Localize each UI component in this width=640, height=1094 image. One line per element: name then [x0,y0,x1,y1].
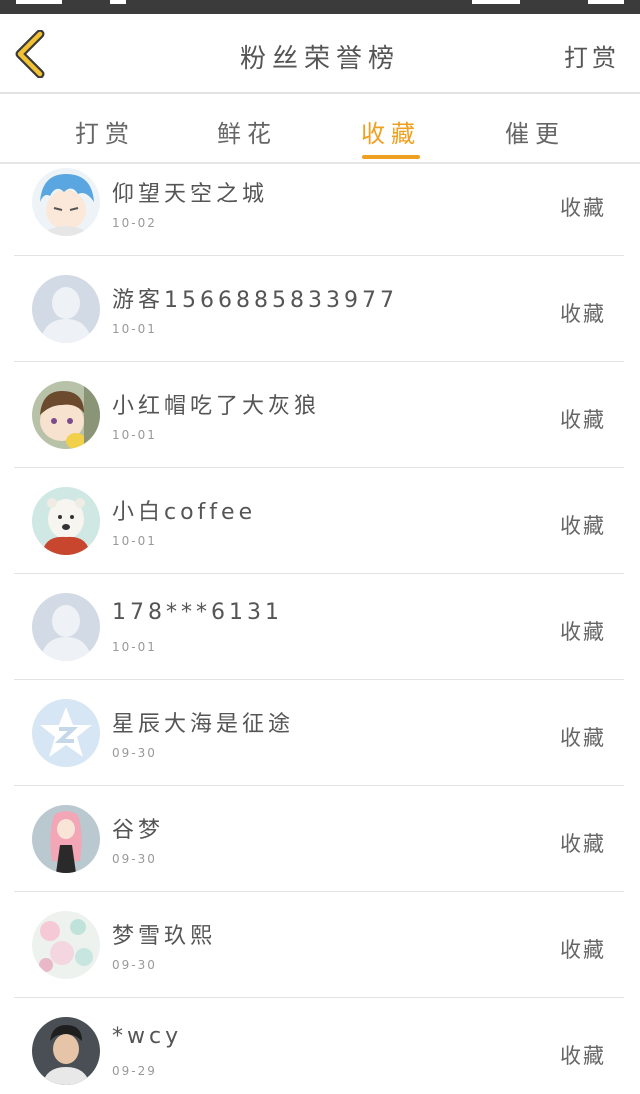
favorite-label: 收藏 [560,938,606,962]
avatar [32,699,100,767]
favorite-label: 收藏 [560,726,606,750]
avatar [32,275,100,343]
tab-flowers[interactable]: 鲜花 [192,114,302,149]
tab-favorites[interactable]: 收藏 [336,114,446,149]
list-item[interactable]: 谷梦 09-30 收藏 [14,786,624,892]
favorite-label: 收藏 [560,514,606,538]
fan-date: 10-01 [112,428,157,442]
list-item[interactable]: 星辰大海是征途 09-30 收藏 [14,680,624,786]
tab-bar: 打赏 鲜花 收藏 催更 [0,94,640,162]
polar-bear-avatar-icon [32,487,100,555]
avatar [32,487,100,555]
fan-date: 10-01 [112,322,157,336]
fan-date: 10-01 [112,534,157,548]
status-bar [0,0,640,14]
avatar [32,381,100,449]
anime-child-avatar-icon [32,381,100,449]
avatar [32,911,100,979]
fan-name: 小白coffee [112,500,257,525]
favorite-label: 收藏 [560,1044,606,1068]
avatar [32,1017,100,1085]
fan-date: 10-01 [112,640,157,654]
fan-name: 梦雪玖熙 [112,924,217,949]
favorite-label: 收藏 [560,620,606,644]
qq-star-icon [32,699,100,767]
tab-urge-update[interactable]: 催更 [480,114,590,149]
default-user-icon [32,593,100,661]
photo-avatar-icon [32,1017,100,1085]
avatar [32,593,100,661]
favorite-label: 收藏 [560,408,606,432]
anime-boy-avatar-icon [32,168,100,236]
fan-name: 星辰大海是征途 [112,712,295,737]
fan-name: 178***6131 [112,600,283,625]
list-item[interactable]: 游客1566885833977 10-01 收藏 [14,256,624,362]
favorite-label: 收藏 [560,302,606,326]
fan-name: 游客1566885833977 [112,288,398,313]
reward-button[interactable]: 打赏 [564,38,620,73]
fan-name: 小红帽吃了大灰狼 [112,394,321,419]
favorite-label: 收藏 [560,196,606,220]
favorite-label: 收藏 [560,832,606,856]
list-item[interactable]: 小白coffee 10-01 收藏 [14,468,624,574]
avatar [32,168,100,236]
avatar [32,805,100,873]
status-network-icon [472,0,520,4]
status-notification-icon [110,0,126,4]
list-item[interactable]: 仰望天空之城 10-02 收藏 [14,164,624,256]
top-header: 粉丝荣誉榜 打赏 [0,14,640,92]
fan-date: 09-30 [112,852,157,866]
active-tab-indicator [362,155,420,159]
fan-name: 谷梦 [112,818,165,843]
list-item[interactable]: 小红帽吃了大灰狼 10-01 收藏 [14,362,624,468]
fan-name: *wcy [112,1024,183,1049]
fan-name: 仰望天空之城 [112,182,269,207]
fan-date: 09-30 [112,746,157,760]
status-signal-icon [16,0,62,4]
anime-girl-avatar-icon [32,805,100,873]
list-item[interactable]: *wcy 09-29 收藏 [14,998,624,1094]
status-battery-icon [588,0,624,4]
tab-reward[interactable]: 打赏 [50,114,160,149]
list-item[interactable]: 梦雪玖熙 09-30 收藏 [14,892,624,998]
default-user-icon [32,275,100,343]
fan-date: 10-02 [112,216,157,230]
fan-date: 09-30 [112,958,157,972]
fan-date: 09-29 [112,1064,157,1078]
list-item[interactable]: 178***6131 10-01 收藏 [14,574,624,680]
page-title: 粉丝荣誉榜 [239,44,400,74]
floral-avatar-icon [32,911,100,979]
